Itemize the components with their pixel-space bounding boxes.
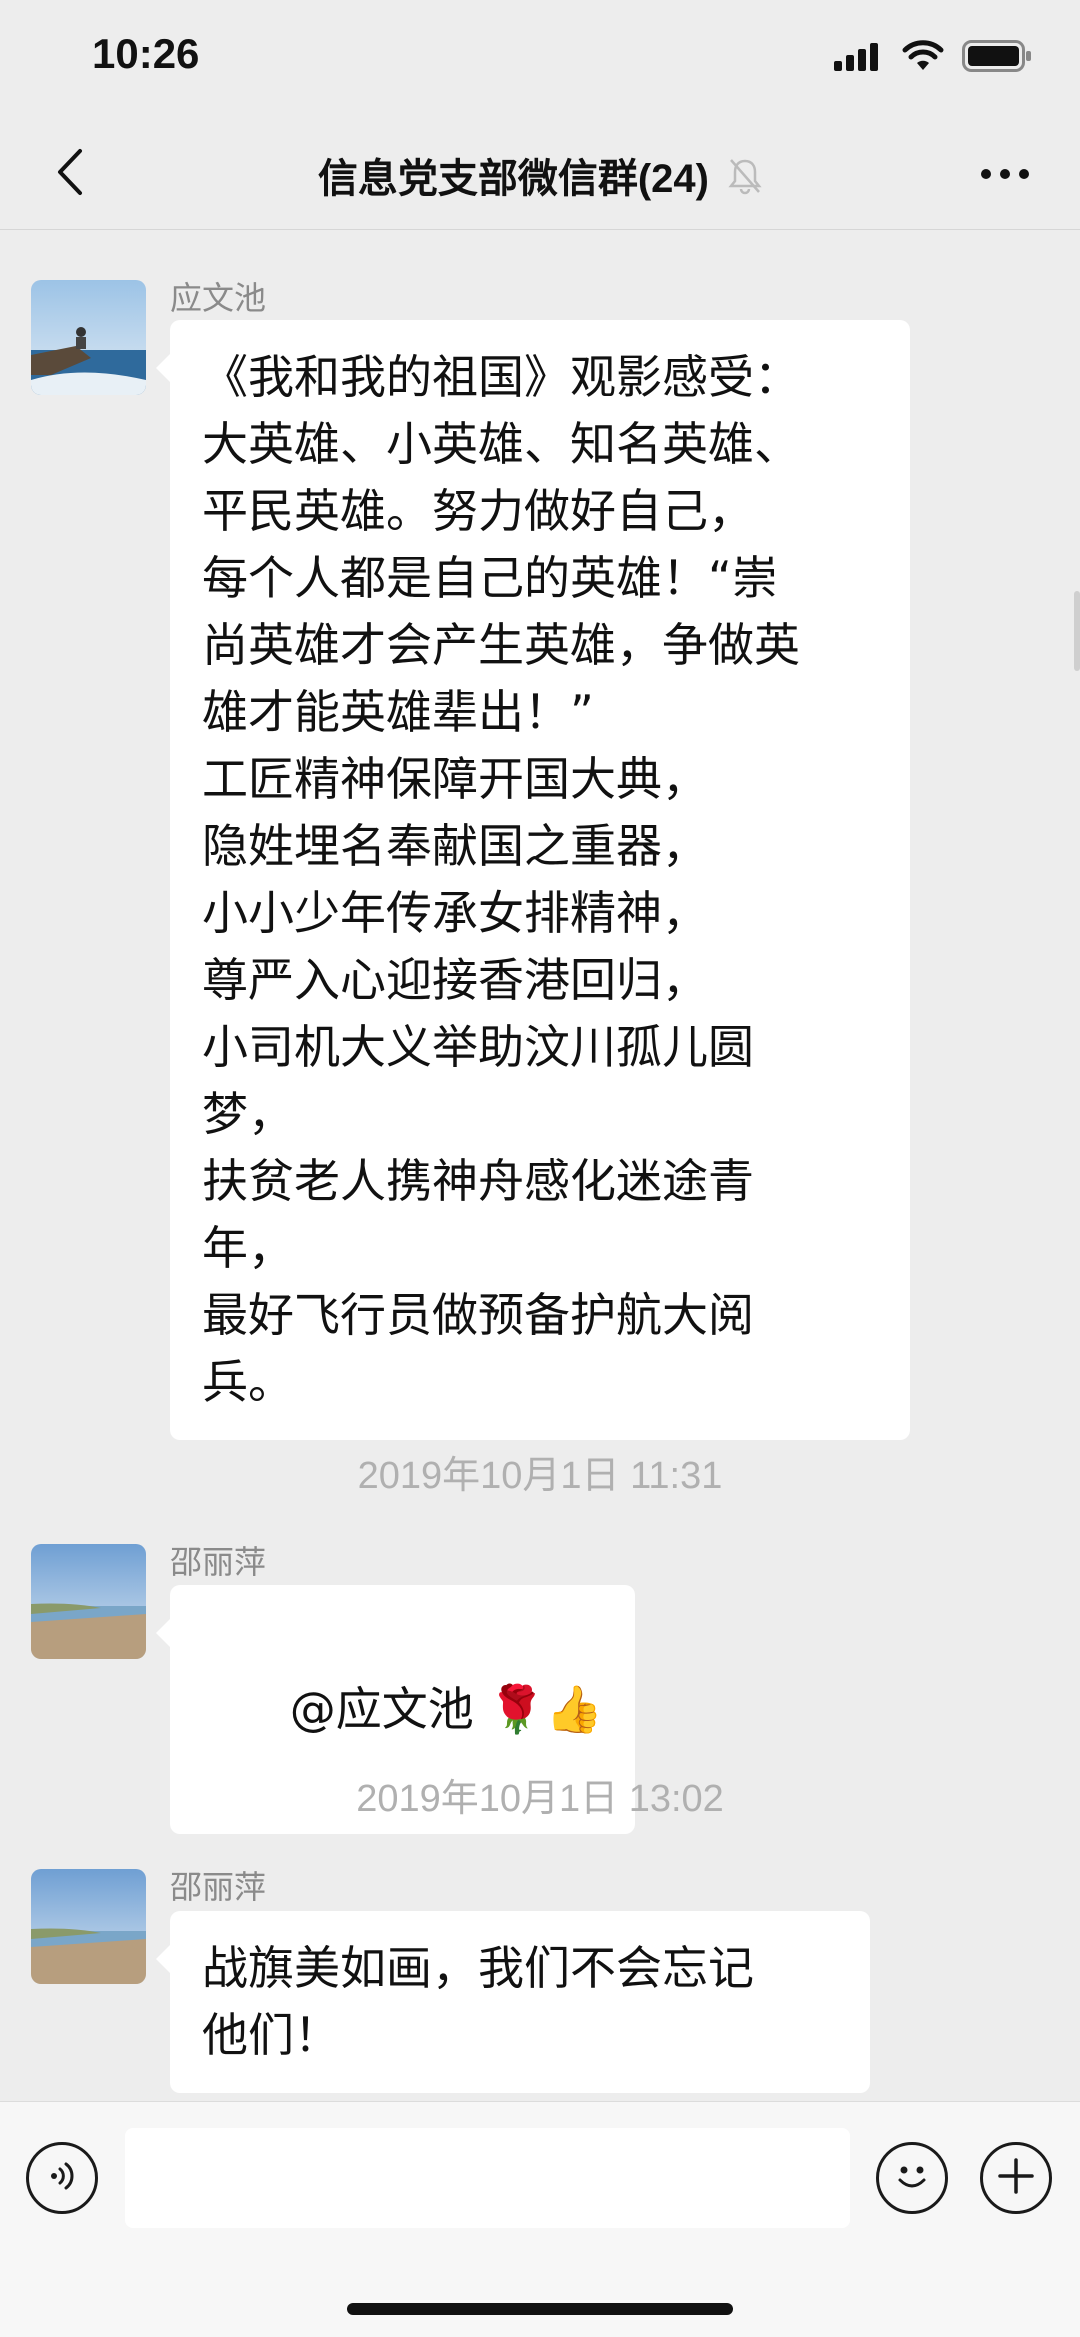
chat-title-text: 信息党支部微信群(24) bbox=[317, 157, 709, 201]
avatar[interactable] bbox=[31, 1544, 146, 1659]
sender-name: 邵丽萍 bbox=[170, 1869, 267, 1905]
message-timestamp: 2019年10月1日 11:31 bbox=[357, 1455, 723, 1497]
avatar[interactable] bbox=[31, 280, 146, 395]
message-input[interactable] bbox=[125, 2128, 850, 2228]
status-time: 10:26 bbox=[92, 30, 200, 77]
more-dots-icon bbox=[980, 165, 1030, 184]
chat-messages[interactable]: 应文池 《我和我的祖国》观影感受： 大英雄、小英雄、知名英雄、 平民英雄。努力做… bbox=[0, 231, 1080, 2101]
cellular-signal-icon bbox=[834, 41, 884, 75]
voice-icon bbox=[42, 2156, 82, 2200]
voice-button[interactable] bbox=[26, 2142, 98, 2214]
status-icons bbox=[834, 38, 1032, 78]
more-button[interactable] bbox=[970, 144, 1040, 204]
input-bar bbox=[0, 2101, 1080, 2337]
message-timestamp: 2019年10月1日 13:02 bbox=[356, 1778, 724, 1820]
battery-icon bbox=[962, 40, 1032, 76]
wifi-icon bbox=[902, 40, 944, 76]
message-emoji: 🌹👍 bbox=[488, 1682, 603, 1736]
chat-header: 信息党支部微信群(24) bbox=[0, 120, 1080, 230]
plus-icon bbox=[996, 2156, 1036, 2200]
message-text: @应文池 bbox=[289, 1682, 489, 1736]
scrollbar[interactable] bbox=[1074, 591, 1080, 671]
smile-icon bbox=[888, 2152, 936, 2204]
avatar[interactable] bbox=[31, 1869, 146, 1984]
sender-name: 应文池 bbox=[170, 280, 267, 316]
home-indicator[interactable] bbox=[347, 2303, 733, 2315]
sender-name: 邵丽萍 bbox=[170, 1544, 267, 1580]
message-bubble[interactable]: 《我和我的祖国》观影感受： 大英雄、小英雄、知名英雄、 平民英雄。努力做好自己，… bbox=[156, 320, 910, 1440]
chat-title: 信息党支部微信群(24) bbox=[0, 146, 1080, 205]
status-bar: 10:26 bbox=[0, 0, 1080, 120]
emoji-button[interactable] bbox=[876, 2142, 948, 2214]
plus-button[interactable] bbox=[980, 2142, 1052, 2214]
bell-off-icon bbox=[728, 157, 762, 205]
message-bubble[interactable]: 战旗美如画，我们不会忘记 他们！ bbox=[156, 1911, 870, 2093]
